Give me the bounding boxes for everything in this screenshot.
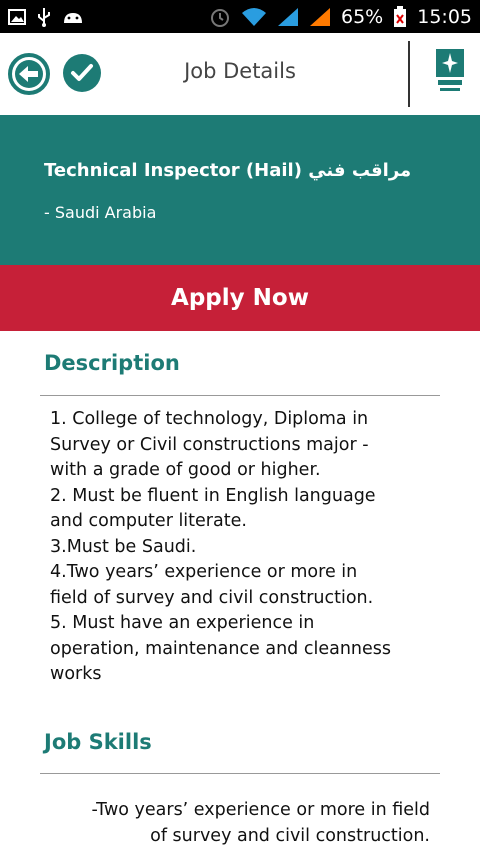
description-divider <box>40 395 440 396</box>
confirm-button[interactable] <box>62 53 102 93</box>
description-line: with a grade of good or higher. <box>50 460 321 480</box>
description-line: works <box>50 664 102 684</box>
skills-line: of survey and civil construction. <box>150 825 430 846</box>
job-skills-divider <box>40 773 440 774</box>
checkmark-icon <box>63 54 101 92</box>
skills-line: -Two years’ experience or more in field <box>91 800 430 820</box>
description-line: 5. Must have an experience in <box>50 613 315 633</box>
app-bar-divider <box>408 41 410 107</box>
page-title: Job Details <box>184 59 296 83</box>
description-text: 1. College of technology, Diploma in Sur… <box>50 407 450 688</box>
description-line: field of survey and civil construction. <box>50 587 374 608</box>
job-skills-heading: Job Skills <box>44 730 152 754</box>
back-button[interactable] <box>8 53 50 95</box>
description-line: 3.Must be Saudi. <box>50 536 197 557</box>
alarm-icon <box>209 6 231 28</box>
battery-percent: 65% <box>341 5 384 28</box>
status-left <box>8 7 84 27</box>
description-line: 2. Must be fluent in English language <box>50 485 376 506</box>
signal-icon <box>277 7 299 27</box>
description-line: and computer literate. <box>50 511 247 531</box>
description-line: Survey or Civil constructions major - <box>50 434 369 455</box>
status-right: 65% 15:05 <box>209 5 472 28</box>
app-bar: Job Details <box>0 33 480 115</box>
back-arrow-icon <box>8 53 50 95</box>
wifi-icon <box>241 7 267 27</box>
job-skills-text: -Two years’ experience or more in field … <box>50 798 430 849</box>
emblem-icon <box>436 49 464 91</box>
description-line: 4.Two years’ experience or more in <box>50 562 358 582</box>
signal-2-icon <box>309 7 331 27</box>
description-heading: Description <box>44 351 180 375</box>
description-line: operation, maintenance and cleanness <box>50 638 392 659</box>
clock: 15:05 <box>417 5 472 28</box>
job-location: - Saudi Arabia <box>44 203 157 222</box>
status-bar: 65% 15:05 <box>0 0 480 33</box>
ministry-logo <box>436 49 464 95</box>
job-title: Technical Inspector (Hail) مراقب فني <box>44 160 412 181</box>
description-line: 1. College of technology, Diploma in <box>50 409 369 429</box>
image-icon <box>8 8 26 25</box>
battery-icon <box>393 5 407 28</box>
usb-icon <box>36 7 52 27</box>
android-icon <box>62 9 84 25</box>
job-header: Technical Inspector (Hail) مراقب فني - S… <box>0 115 480 265</box>
apply-now-button[interactable]: Apply Now <box>0 265 480 331</box>
